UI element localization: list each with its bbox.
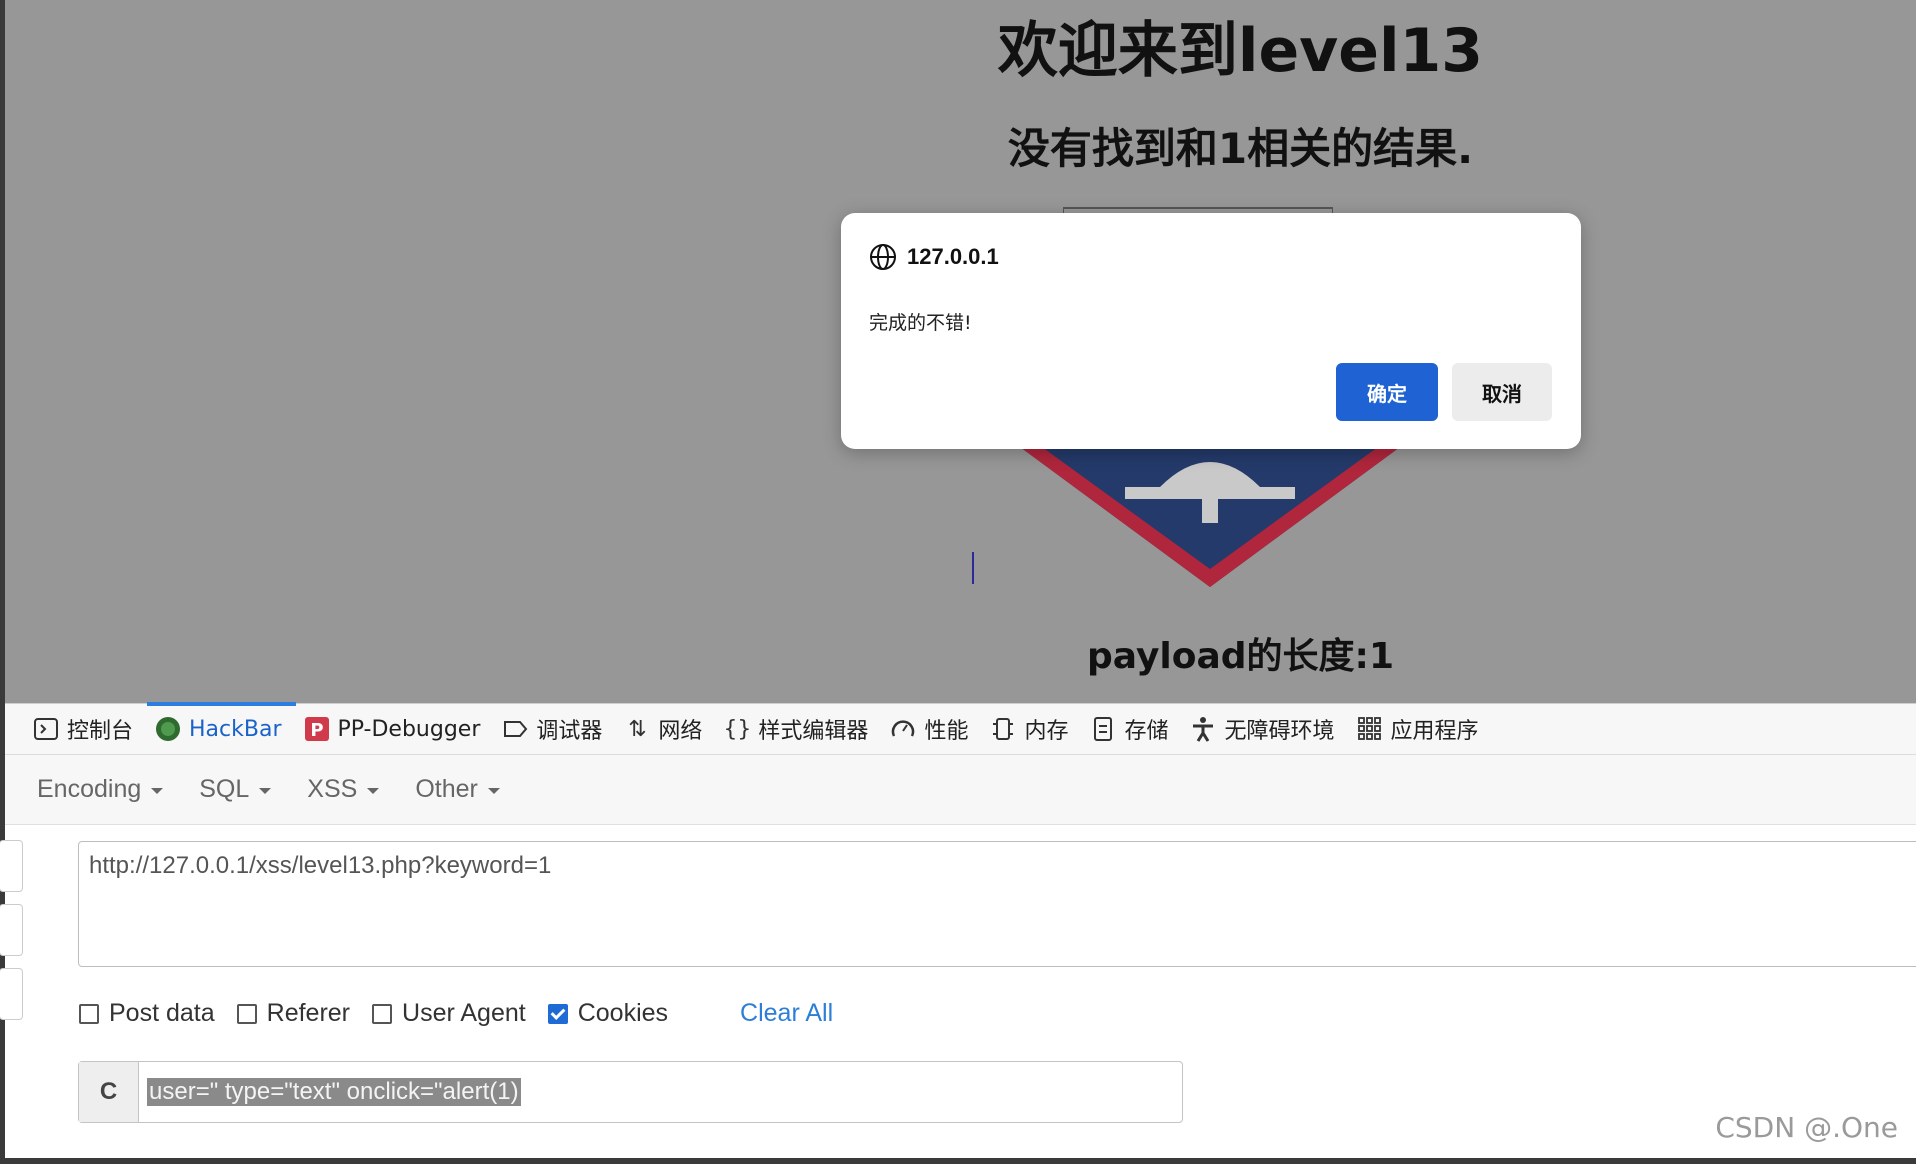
tab-label: 无障碍环境 [1224,719,1335,744]
cancel-button[interactable]: 取消 [1452,363,1552,421]
globe-icon [870,244,896,270]
post-data-checkbox[interactable] [79,1003,99,1024]
tab-application[interactable]: 应用程序 [1349,703,1493,755]
ok-button[interactable]: 确定 [1336,363,1438,421]
menu-label: Other [415,775,478,803]
caret-down-icon [367,788,380,794]
tab-pp-debugger[interactable]: P PP-Debugger [296,703,495,755]
cookies-option[interactable]: Cookies [547,999,669,1028]
tab-label: PP-Debugger [337,716,481,742]
svg-text:P: P [310,720,323,741]
post-data-option[interactable]: Post data [79,999,215,1028]
network-icon: ⇅ [628,716,647,742]
tab-network[interactable]: ⇅ 网络 [616,703,716,755]
tab-accessibility[interactable]: 无障碍环境 [1182,703,1348,755]
tab-style-editor[interactable]: {} 样式编辑器 [716,703,882,755]
payload-length-text: payload的长度:1 [1086,636,1394,677]
devtools-tabbar: 控制台 HackBar P PP-Debugger 调试器 ⇅ 网络 {} 样式 [5,702,1916,755]
option-label: User Agent [402,999,526,1027]
cookies-field: C user=" type="text" onclick="alert(1) [78,1061,1183,1123]
storage-icon [1090,716,1116,742]
caret-down-icon [487,788,500,794]
pp-debugger-icon: P [304,716,330,742]
cookies-value-selected: user=" type="text" onclick="alert(1) [147,1078,521,1106]
tab-storage[interactable]: 存储 [1082,703,1182,755]
request-options: Post data Referer User Agent Cookies Cle… [79,999,833,1028]
watermark-text: CSDN @.One [1715,1111,1898,1144]
tab-label: 控制台 [67,719,134,744]
window-edge [0,1158,1916,1164]
dialog-message: 完成的不错! [869,312,972,334]
referer-option[interactable]: Referer [236,999,351,1028]
tab-label: HackBar [189,716,282,742]
dialog-origin: 127.0.0.1 [869,243,999,271]
url-textarea[interactable]: http://127.0.0.1/xss/level13.php?keyword… [78,841,1916,967]
tab-hackbar[interactable]: HackBar [147,702,296,755]
dialog-origin-text: 127.0.0.1 [907,244,999,269]
sql-menu[interactable]: SQL [199,775,272,804]
console-icon [33,716,59,742]
execute-button[interactable] [0,968,23,1020]
tab-label: 网络 [658,719,703,744]
text-cursor [972,552,974,584]
level-logo-image [1020,447,1400,587]
other-menu[interactable]: Other [415,775,500,804]
option-label: Cookies [577,999,669,1027]
user-agent-option[interactable]: User Agent [372,999,526,1028]
tab-label: 调试器 [536,719,603,744]
cookies-checkbox[interactable] [547,1003,568,1024]
caret-down-icon [151,788,164,794]
page-title: 欢迎来到level13 [997,16,1484,86]
style-editor-icon: {} [723,716,752,742]
xss-menu[interactable]: XSS [307,775,380,804]
split-url-button[interactable] [0,904,23,956]
devtools-panel: 控制台 HackBar P PP-Debugger 调试器 ⇅ 网络 {} 样式 [0,702,1916,1158]
tab-performance[interactable]: 性能 [882,703,982,755]
cookies-input[interactable]: user=" type="text" onclick="alert(1) [139,1062,521,1122]
alert-dialog: 127.0.0.1 完成的不错! 确定 取消 [841,213,1581,449]
user-agent-checkbox[interactable] [372,1003,393,1024]
tab-label: 样式编辑器 [758,719,869,744]
menu-label: Encoding [37,775,142,803]
menu-label: SQL [199,775,250,803]
caret-down-icon [259,788,272,794]
load-url-button[interactable] [0,840,23,892]
option-label: Post data [109,999,215,1027]
tab-label: 性能 [924,719,969,744]
application-icon [1357,716,1383,742]
tab-memory[interactable]: 内存 [982,703,1082,755]
search-result-text: 没有找到和1相关的结果. [1007,124,1474,173]
option-label: Referer [266,999,351,1027]
tab-debugger[interactable]: 调试器 [494,703,616,755]
menu-label: XSS [307,775,358,803]
clear-all-link[interactable]: Clear All [740,999,833,1028]
memory-icon [990,716,1016,742]
encoding-menu[interactable]: Encoding [37,775,164,804]
tab-label: 存储 [1124,719,1169,744]
debugger-icon [502,716,528,742]
accessibility-icon [1190,716,1216,742]
tab-console[interactable]: 控制台 [25,703,147,755]
referer-checkbox[interactable] [236,1003,257,1024]
tab-label: 内存 [1024,719,1069,744]
hackbar-icon [155,716,181,742]
performance-icon [890,716,916,742]
cookie-prefix: C [79,1062,139,1122]
hackbar-menu-bar: Encoding SQL XSS Other [5,755,1916,825]
tab-label: 应用程序 [1390,719,1479,744]
